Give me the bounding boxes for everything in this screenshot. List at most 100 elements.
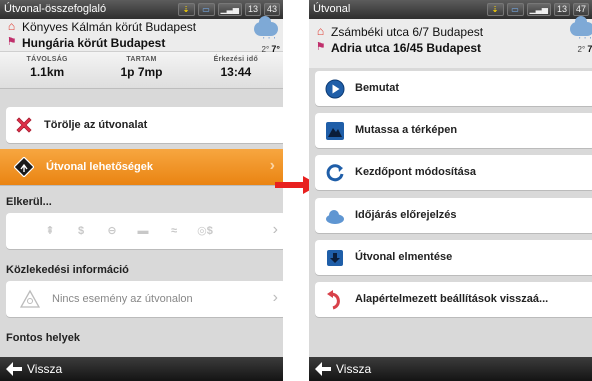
status-icons: ⇣ ▭ ▁▃▅ 13 43 [177,3,280,16]
stat-label: Érkezési idő [213,56,259,63]
weather-forecast-button[interactable]: Időjárás előrejelzés [315,198,592,233]
clock-hours: 13 [244,3,261,16]
route-stats: TÁVOLSÁG 1.1km TARTAM 1p 7mp Érkezési id… [0,51,283,89]
route-from: ⌂ Zsámbéki utca 6/7 Budapest [309,24,592,40]
avoid-section-title: Elkerül... [6,196,52,208]
traffic-info-row[interactable]: Nincs esemény az útvonalon › [6,281,283,317]
route-options-button[interactable]: Útvonal lehetőségek › [0,149,283,185]
route-menu-screen: Útvonal ⇣ ▭ ▁▃▅ 13 47 ⌂ Zsámbéki utca 6/… [309,0,592,381]
clock-minutes: 43 [263,3,280,16]
save-route-label: Útvonal elmentése [355,251,453,263]
signal-icon: ▁▃▅ [217,3,242,16]
delete-route-label: Törölje az útvonalat [44,119,148,131]
status-bar: Útvonal-összefoglaló ⇣ ▭ ▁▃▅ 13 43 [0,0,283,19]
refresh-circle-icon [326,164,344,182]
weather-widget: ' ' ' 2° 7° [560,16,592,54]
stat-value: 1p 7mp [120,65,163,79]
places-section-title: Fontos helyek [6,332,80,344]
battery-icon: ▭ [197,3,215,16]
undo-arrow-icon [327,290,340,310]
simulate-label: Bemutat [355,82,400,94]
route-to: ⚑ Hungária körút Budapest [0,35,283,51]
temperature: 2° 7° [262,44,281,54]
stat-value: 13:44 [220,65,252,79]
save-download-icon [327,250,343,266]
cloud-icon [326,210,344,224]
temp-max: 7° [271,44,280,54]
route-header: ⌂ Zsámbéki utca 6/7 Budapest ⚑ Adria utc… [309,16,592,68]
status-bar: Útvonal ⇣ ▭ ▁▃▅ 13 47 [309,0,592,19]
route-from-text: Zsámbéki utca 6/7 Budapest [331,25,484,39]
show-on-map-label: Mutassa a térképen [355,124,458,136]
temp-min: 2° [577,45,586,54]
route-options-icon [14,157,34,177]
back-button[interactable]: Vissza [309,357,592,381]
home-icon: ⌂ [7,19,16,33]
route-from-text: Könyves Kálmán körút Budapest [22,20,197,34]
home-icon: ⌂ [316,24,325,38]
traffic-warning-icon [20,289,40,308]
chevron-right-icon: › [272,221,278,238]
gps-icon: ⇣ [486,3,504,16]
reset-defaults-button[interactable]: Alapértelmezett beállítások visszaá... [315,282,592,317]
stat-label: TARTAM [126,56,157,63]
weather-forecast-label: Időjárás előrejelzés [355,209,457,221]
no-events-label: Nincs esemény az útvonalon [52,293,193,305]
temp-max: 7° [587,44,592,54]
route-to-text: Hungária körút Budapest [22,36,166,50]
status-icons: ⇣ ▭ ▁▃▅ 13 47 [486,3,589,16]
rain-cloud-icon [570,16,592,36]
temperature: 2° 7° [578,44,592,54]
stat-label: TÁVOLSÁG [26,56,68,63]
route-summary-screen: Útvonal-összefoglaló ⇣ ▭ ▁▃▅ 13 43 ⌂ Kön… [0,0,283,381]
rain-drops-icon: ' ' ' [263,37,276,44]
change-start-label: Kezdőpont módosítása [355,166,477,178]
route-to: ⚑ Adria utca 16/45 Budapest [309,40,592,56]
stat-value: 1.1km [30,65,65,79]
ferry-icon: ⊖ [107,225,117,237]
car-train-icon: ▬ [137,225,149,237]
stat-distance: TÁVOLSÁG 1.1km [0,52,94,88]
rain-drops-icon: ' ' ' [579,37,592,44]
route-options-label: Útvonal lehetőségek [46,161,153,173]
destination-flag-icon: ⚑ [315,41,326,53]
back-label: Vissza [336,362,372,376]
route-to-text: Adria utca 16/45 Budapest [331,41,482,55]
toll-icon: $ [77,225,85,237]
temp-min: 2° [261,45,270,54]
avoid-icons: ⇞ $ ⊖ ▬ ≈ ◎$ [42,223,213,239]
back-arrow-icon [315,362,331,376]
screen-title: Útvonal [313,3,351,15]
rain-cloud-icon [254,16,278,36]
delete-x-icon [16,117,32,133]
signal-icon: ▁▃▅ [526,3,551,16]
change-start-button[interactable]: Kezdőpont módosítása [315,155,592,190]
back-button[interactable]: Vissza [0,357,283,381]
save-route-button[interactable]: Útvonal elmentése [315,240,592,275]
delete-route-button[interactable]: Törölje az útvonalat [6,107,283,143]
route-header: ⌂ Könyves Kálmán körút Budapest ⚑ Hungár… [0,16,283,89]
stat-duration: TARTAM 1p 7mp [94,52,188,88]
weather-widget: ' ' ' 2° 7° [244,16,281,54]
unpaved-icon: ≈ [170,225,178,237]
avoid-options-row[interactable]: ⇞ $ ⊖ ▬ ≈ ◎$ › [6,213,283,249]
clock-minutes: 47 [572,3,589,16]
traffic-section-title: Közlekedési információ [6,264,129,276]
play-icon [325,79,345,99]
gps-icon: ⇣ [177,3,195,16]
route-from: ⌂ Könyves Kálmán körút Budapest [0,19,283,35]
show-on-map-button[interactable]: Mutassa a térképen [315,113,592,148]
chevron-right-icon: › [272,289,278,306]
simulate-button[interactable]: Bemutat [315,71,592,106]
screen-title: Útvonal-összefoglaló [4,3,107,15]
highway-icon: ⇞ [45,225,55,237]
back-label: Vissza [27,362,63,376]
back-arrow-icon [6,362,22,376]
stat-arrival: Érkezési idő 13:44 [189,52,283,88]
battery-icon: ▭ [506,3,524,16]
destination-flag-icon: ⚑ [6,36,17,48]
permit-icon: ◎$ [197,225,213,237]
map-mountain-icon [326,122,344,140]
clock-hours: 13 [553,3,570,16]
reset-defaults-label: Alapértelmezett beállítások visszaá... [355,293,549,305]
